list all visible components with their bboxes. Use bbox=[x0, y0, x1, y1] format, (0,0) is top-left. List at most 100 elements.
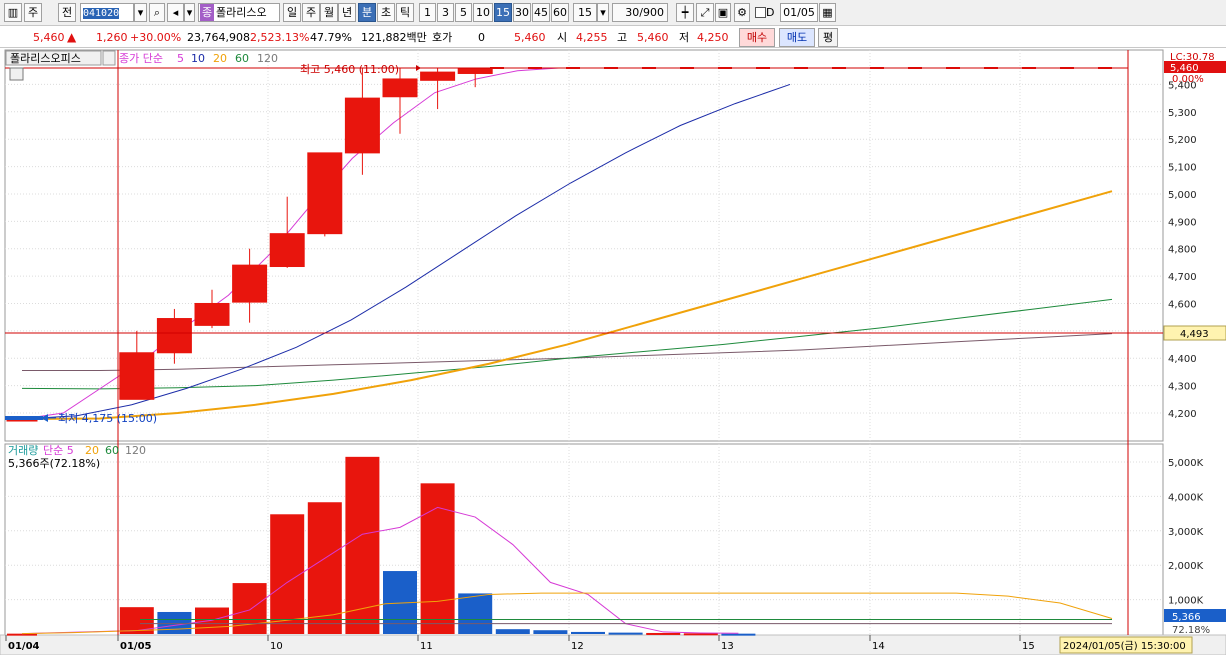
mode-select[interactable]: 전 bbox=[58, 3, 76, 22]
period-tab[interactable]: 틱 bbox=[396, 3, 414, 22]
low-annotation: 최저 4,175 (15:00) bbox=[58, 412, 157, 425]
interval-tab[interactable]: 30 bbox=[513, 3, 531, 22]
d-checkbox[interactable]: D bbox=[754, 3, 782, 22]
speaker-dropdown-chevron-icon[interactable]: ▾ bbox=[184, 3, 195, 22]
quote-bar: 5,460 ▲ 1,260 +30.00% 23,764,908 2,523.1… bbox=[0, 26, 1226, 48]
cursor-time-tag: 2024/01/05(금) 15:30:00 bbox=[1063, 640, 1186, 652]
x-tick-label: 01/05 bbox=[120, 641, 152, 652]
volume-bar bbox=[195, 607, 229, 634]
price-legend-item: 종가 단순 bbox=[119, 52, 163, 65]
low-marker bbox=[5, 416, 43, 420]
interval-tab[interactable]: 15 bbox=[494, 3, 512, 22]
interval-tab[interactable]: 5 bbox=[455, 3, 472, 22]
candle-type-icon[interactable]: ┿ bbox=[676, 3, 694, 22]
price-panel bbox=[4, 49, 1164, 442]
volume-legend-item: 단순 5 bbox=[43, 444, 74, 457]
price-tick-label: 5,000 bbox=[1168, 190, 1197, 201]
x-tick-label: 15 bbox=[1022, 641, 1035, 652]
period-tab[interactable]: 분 bbox=[358, 3, 376, 22]
interval-tab[interactable]: 1 bbox=[419, 3, 436, 22]
candle-body bbox=[344, 97, 380, 154]
volume-current-tag: 5,366 bbox=[1172, 612, 1201, 623]
avg-button[interactable]: 평 bbox=[818, 28, 838, 47]
x-tick-label: 10 bbox=[270, 641, 283, 652]
speaker-icon[interactable]: ◂ bbox=[167, 3, 184, 22]
price-tick-label: 5,300 bbox=[1168, 108, 1197, 119]
up-arrow-icon: ▲ bbox=[67, 30, 77, 44]
trade-amount: 121,882백만 bbox=[361, 31, 427, 44]
price-legend-item: 20 bbox=[213, 52, 227, 65]
volume-tick-label: 1,000K bbox=[1168, 596, 1204, 607]
stock-label: 폴라리스오피스 bbox=[10, 52, 81, 65]
current-price-tag: 5,460 bbox=[1170, 63, 1199, 74]
high-label: 고 bbox=[617, 31, 628, 44]
open-price: 4,255 bbox=[576, 31, 608, 44]
price-tick-label: 4,600 bbox=[1168, 299, 1197, 310]
interval-tab[interactable]: 3 bbox=[437, 3, 454, 22]
volume-bar bbox=[7, 633, 37, 636]
interval-tab[interactable]: 45 bbox=[532, 3, 550, 22]
volume-panel bbox=[4, 443, 1164, 636]
candle-body bbox=[420, 71, 456, 81]
volume-bar bbox=[533, 630, 568, 634]
stock-code-input[interactable]: 041020 bbox=[80, 3, 134, 22]
volume-bar bbox=[270, 514, 305, 634]
save-icon[interactable]: ▣ bbox=[715, 3, 731, 22]
interval-select[interactable]: 15 bbox=[573, 3, 597, 22]
candle-body bbox=[307, 152, 343, 235]
volume-tick-label: 5,000K bbox=[1168, 458, 1204, 469]
menu-icon bbox=[102, 50, 116, 66]
price-change: 1,260 bbox=[96, 31, 128, 44]
stock-name-field[interactable]: 종 폴라리스오 bbox=[198, 3, 280, 22]
volume-bar bbox=[608, 632, 643, 635]
code-dropdown-chevron-icon[interactable]: ▾ bbox=[134, 3, 147, 22]
count-input[interactable]: 30/900 bbox=[612, 3, 668, 22]
volume-bar bbox=[345, 456, 380, 634]
candle-body bbox=[269, 233, 305, 268]
volume-legend-item: 20 bbox=[85, 444, 99, 457]
hoga-value: 0 bbox=[478, 31, 485, 44]
price-legend-item: 120 bbox=[257, 52, 278, 65]
candle-body bbox=[382, 78, 418, 98]
layout-icon[interactable]: ▥ bbox=[4, 3, 22, 22]
period-tab[interactable]: 주 bbox=[302, 3, 320, 22]
candle-body bbox=[119, 352, 155, 400]
search-icon[interactable]: ⌕ bbox=[149, 3, 165, 22]
calendar-icon[interactable]: ▦ bbox=[819, 3, 836, 22]
low-label: 저 bbox=[679, 31, 690, 44]
period-tab[interactable]: 일 bbox=[283, 3, 301, 22]
high-annotation: 최고 5,460 (11:00) bbox=[300, 63, 399, 76]
candle-body bbox=[194, 302, 230, 326]
open-label: 시 bbox=[557, 31, 568, 44]
market-select[interactable]: 주 bbox=[24, 3, 42, 22]
x-tick-label: 01/04 bbox=[8, 641, 40, 652]
interval-tab[interactable]: 10 bbox=[473, 3, 493, 22]
hoga-price: 5,460 bbox=[514, 31, 546, 44]
price-tick-label: 4,800 bbox=[1168, 245, 1197, 256]
period-tab[interactable]: 초 bbox=[377, 3, 395, 22]
sell-button[interactable]: 매도 bbox=[779, 28, 815, 47]
price-tick-label: 5,100 bbox=[1168, 163, 1197, 174]
buy-button[interactable]: 매수 bbox=[739, 28, 775, 47]
price-tick-label: 4,700 bbox=[1168, 272, 1197, 283]
volume-cursor-value: 5,366주(72.18%) bbox=[8, 457, 100, 470]
current-price: 5,460 bbox=[33, 31, 65, 44]
period-tab[interactable]: 년 bbox=[338, 3, 356, 22]
volume-bar bbox=[683, 633, 718, 636]
gear-icon[interactable]: ⚙ bbox=[734, 3, 750, 22]
stock-type-badge: 종 bbox=[200, 4, 214, 21]
volume-bar bbox=[571, 631, 605, 634]
date-input[interactable]: 01/05 bbox=[780, 3, 818, 22]
chart-area[interactable]: 5,4005,3005,2005,1005,0004,9004,8004,700… bbox=[0, 48, 1226, 655]
period-tab[interactable]: 월 bbox=[320, 3, 338, 22]
price-tick-label: 4,400 bbox=[1168, 354, 1197, 365]
interval-tab[interactable]: 60 bbox=[551, 3, 569, 22]
volume-tick-label: 2,000K bbox=[1168, 561, 1204, 572]
volume-pct: 2,523.13% bbox=[250, 31, 310, 44]
volume-bar bbox=[232, 583, 267, 634]
interval-dropdown-chevron-icon[interactable]: ▾ bbox=[597, 3, 609, 22]
x-axis-strip bbox=[0, 634, 1226, 655]
trend-tool-icon[interactable]: ⤢ bbox=[696, 3, 714, 22]
hoga-label: 호가 bbox=[432, 31, 453, 44]
volume-pct-tag: 72.18% bbox=[1172, 625, 1210, 636]
